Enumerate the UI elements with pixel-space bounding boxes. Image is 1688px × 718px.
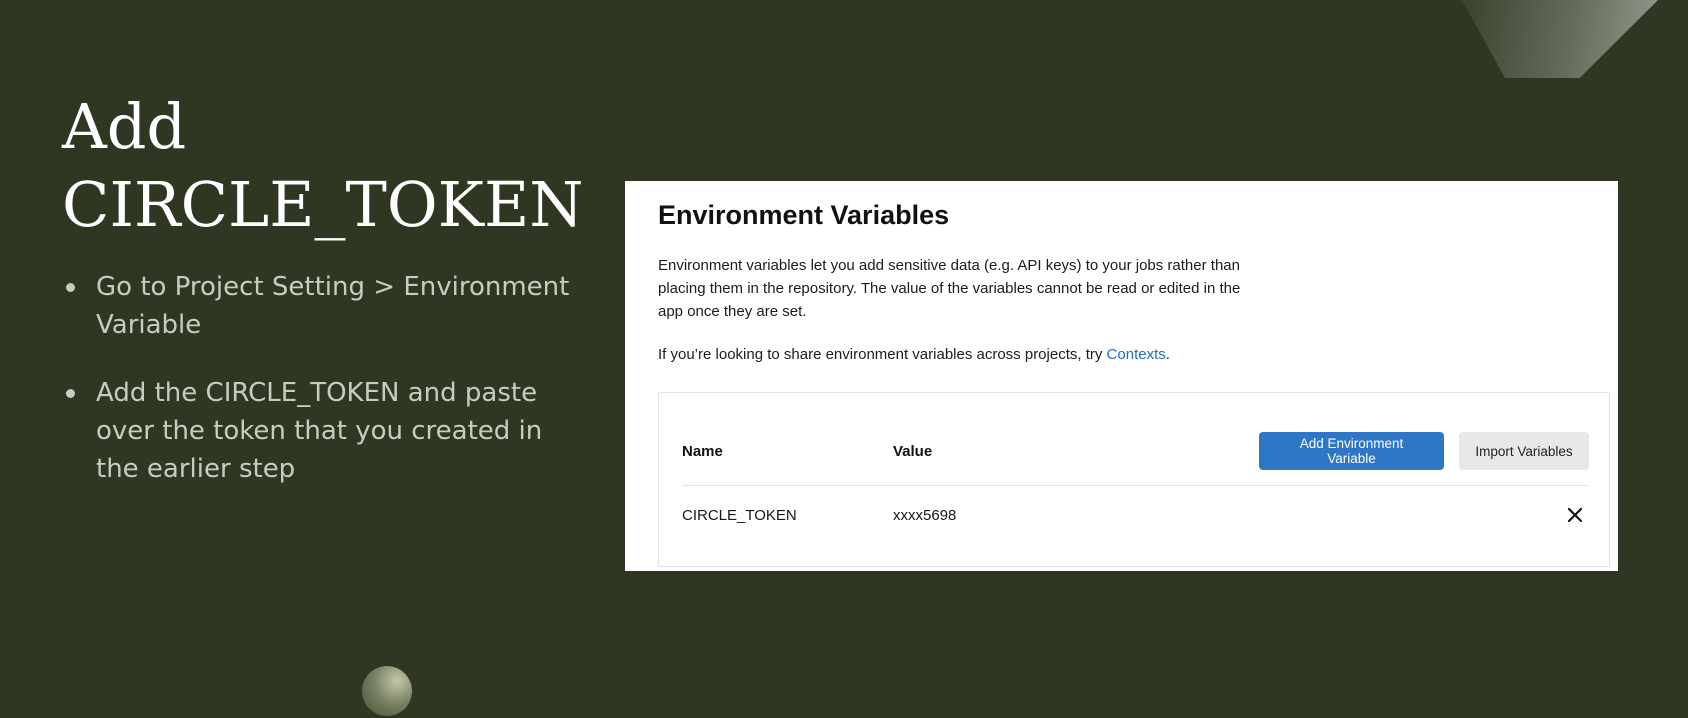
variable-value-cell: xxxx5698 (893, 507, 957, 524)
slide-title-line-1: Add (62, 90, 187, 163)
variables-table: Name Value Add Environment Variable Impo… (658, 392, 1610, 567)
decorative-circle (362, 666, 412, 716)
share-hint: If you’re looking to share environment v… (658, 346, 1170, 363)
column-header-name: Name (682, 443, 723, 460)
environment-variables-panel: Environment Variables Environment variab… (625, 181, 1618, 571)
import-variables-button[interactable]: Import Variables (1459, 432, 1589, 470)
bullet-item: Add the CIRCLE_TOKEN and paste over the … (62, 374, 582, 488)
column-header-value: Value (893, 443, 933, 460)
panel-heading: Environment Variables (658, 200, 950, 230)
close-icon[interactable] (1563, 503, 1587, 527)
variable-name-cell: CIRCLE_TOKEN (682, 507, 797, 524)
table-divider (682, 485, 1589, 486)
share-hint-text: If you’re looking to share environment v… (658, 346, 1107, 363)
contexts-link[interactable]: Contexts (1107, 346, 1166, 363)
bullet-list: Go to Project Setting > Environment Vari… (62, 268, 582, 518)
slide-title-line-2: CIRCLE_TOKEN (62, 168, 584, 241)
bullet-item: Go to Project Setting > Environment Vari… (62, 268, 582, 344)
add-environment-variable-button[interactable]: Add Environment Variable (1259, 432, 1444, 470)
share-hint-suffix: . (1165, 346, 1170, 363)
panel-description: Environment variables let you add sensit… (658, 257, 1241, 320)
slide-title: Add CIRCLE_TOKEN (62, 88, 584, 244)
decorative-triangle (1462, 0, 1658, 78)
